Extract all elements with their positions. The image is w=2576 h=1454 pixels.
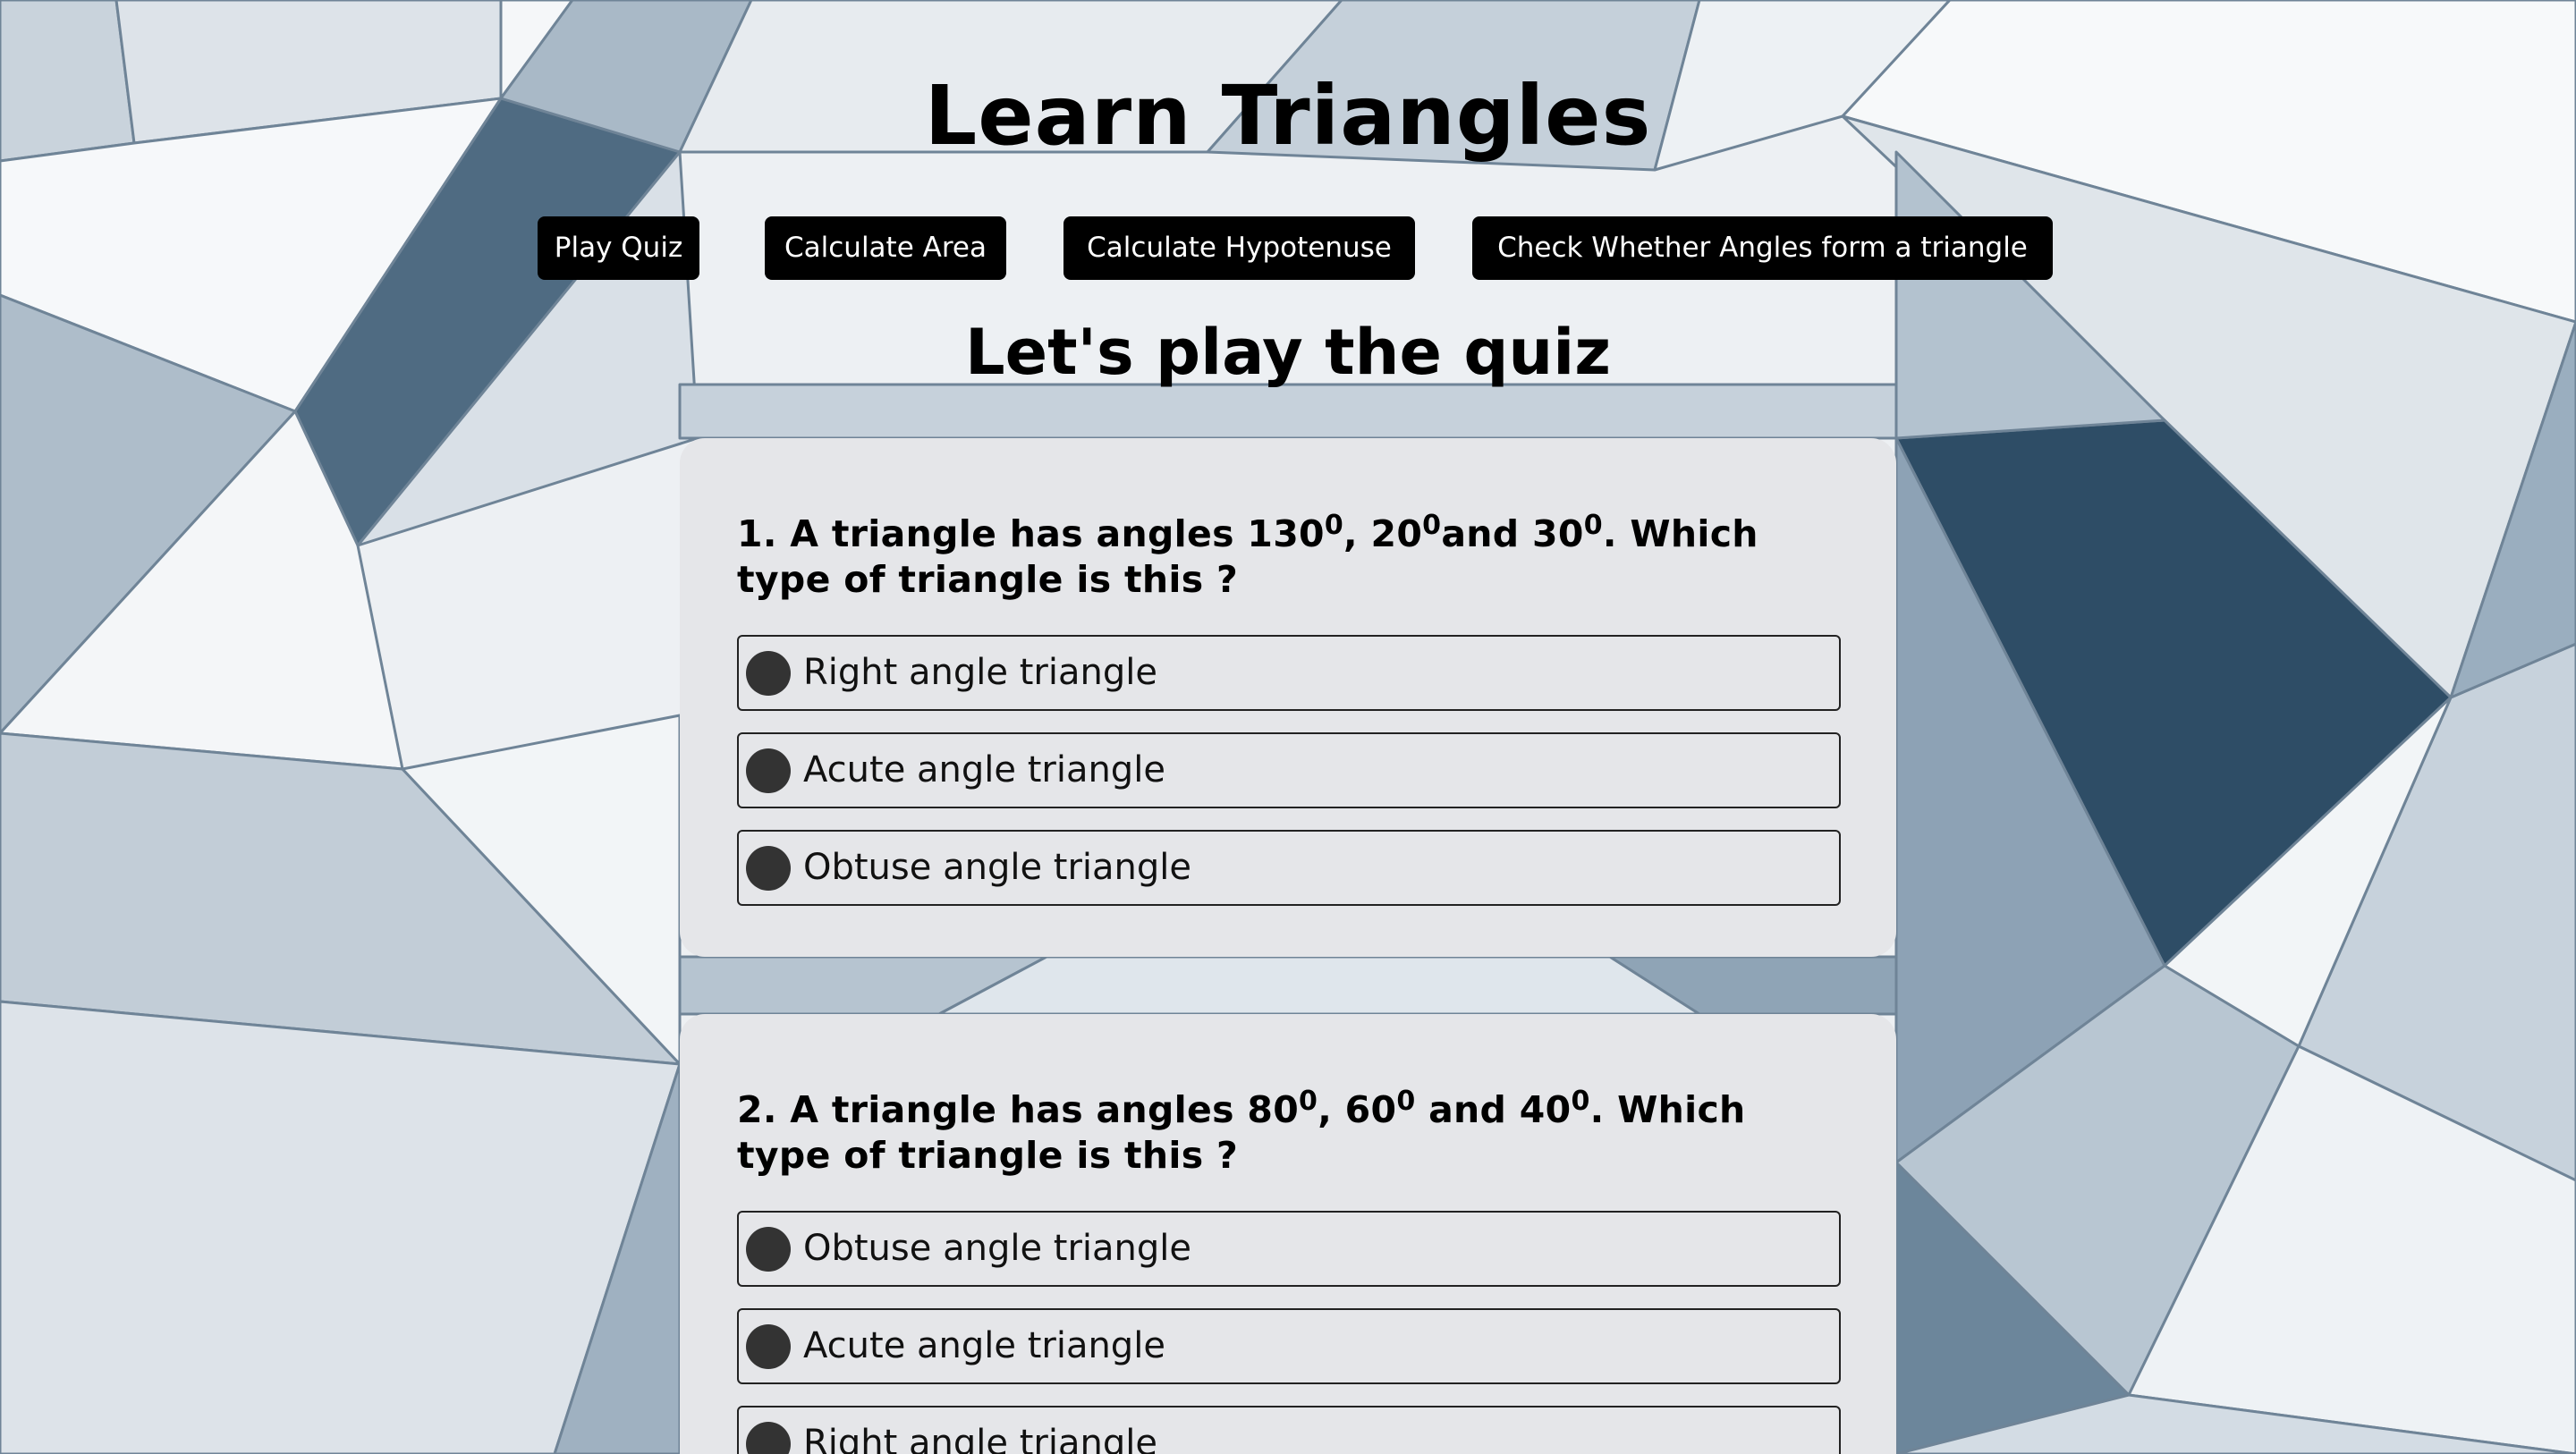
degree-superscript: 0 [1422,510,1442,541]
question-text: 2. A triangle has angles 800, 600 and 40… [737,1087,1846,1179]
degree-superscript: 0 [1324,510,1344,541]
question-text-part: , 20 [1343,512,1423,555]
question-text-part: and 30 [1441,512,1584,555]
radio-icon[interactable] [746,1422,791,1454]
question-text: 1. A triangle has angles 1300, 200and 30… [737,511,1846,603]
question-card: 2. A triangle has angles 800, 600 and 40… [680,1014,1896,1454]
radio-icon[interactable] [746,1324,791,1369]
radio-icon[interactable] [746,651,791,696]
question-number: 2. [737,1088,777,1131]
answer-option[interactable]: Acute angle triangle [737,1308,1841,1384]
radio-icon[interactable] [746,748,791,793]
radio-icon[interactable] [746,846,791,891]
degree-superscript: 0 [1583,510,1603,541]
degree-superscript: 0 [1396,1086,1416,1117]
degree-superscript: 0 [1571,1086,1590,1117]
check-angles-button[interactable]: Check Whether Angles form a triangle [1472,216,2053,280]
answer-option-label: Acute angle triangle [803,1325,1165,1366]
calculate-hypotenuse-button[interactable]: Calculate Hypotenuse [1063,216,1415,280]
answer-option-label: Obtuse angle triangle [803,1228,1191,1269]
question-card: 1. A triangle has angles 1300, 200and 30… [680,438,1896,957]
answer-option-label: Right angle triangle [803,1423,1157,1454]
answer-option-label: Acute angle triangle [803,749,1165,790]
page: Learn Triangles Play Quiz Calculate Area… [0,0,2576,1454]
calculate-area-button[interactable]: Calculate Area [765,216,1006,280]
site-title: Learn Triangles [924,68,1652,164]
answer-option[interactable]: Acute angle triangle [737,732,1841,808]
question-number: 1. [737,512,777,555]
answer-option[interactable]: Obtuse angle triangle [737,830,1841,906]
question-text-part: and 40 [1415,1088,1572,1131]
question-text-part: , 60 [1318,1088,1397,1131]
quiz-heading: Let's play the quiz [964,316,1611,389]
degree-superscript: 0 [1299,1086,1318,1117]
question-text-part: A triangle has angles 130 [776,512,1325,555]
answer-option[interactable]: Right angle triangle [737,1406,1841,1454]
play-quiz-button[interactable]: Play Quiz [538,216,699,280]
radio-icon[interactable] [746,1227,791,1272]
answer-option[interactable]: Obtuse angle triangle [737,1211,1841,1287]
answer-option[interactable]: Right angle triangle [737,635,1841,711]
question-text-part: A triangle has angles 80 [776,1088,1300,1131]
answer-option-label: Right angle triangle [803,652,1157,693]
answer-option-label: Obtuse angle triangle [803,847,1191,888]
